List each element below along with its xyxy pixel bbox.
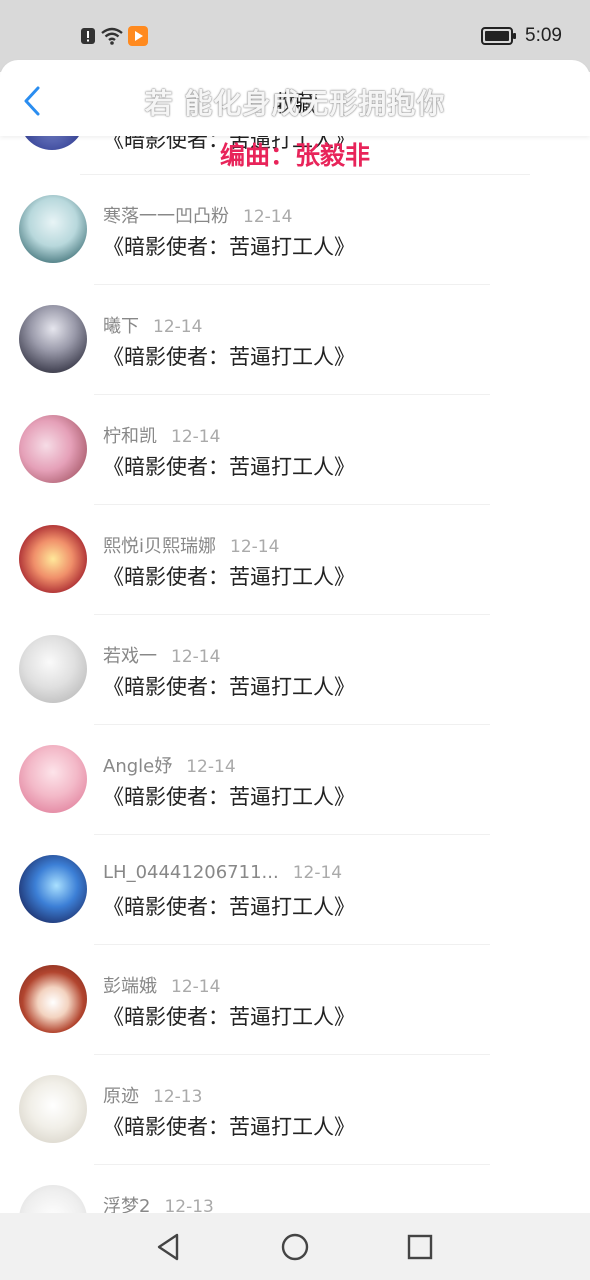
avatar[interactable] [19,635,87,703]
user-name[interactable]: 原迹 [103,1086,139,1107]
item-date: 12-14 [243,207,293,227]
item-date: 12-14 [171,647,221,667]
item-message: 《暗影使者：苦逼打工人》 [103,1005,355,1029]
avatar[interactable] [19,1075,87,1143]
user-name[interactable]: Angle妤 [103,756,172,777]
list-item[interactable]: 寒落一一凹凸粉 12-14 《暗影使者：苦逼打工人》 [0,175,590,285]
item-message: 《暗影使者：苦逼打工人》 [103,345,355,369]
list-item[interactable]: 柠和凯 12-14 《暗影使者：苦逼打工人》 [0,395,590,505]
list-item[interactable]: 原迹 12-13 《暗影使者：苦逼打工人》 [0,1055,590,1165]
media-app-icon [128,26,148,46]
user-name[interactable]: 柠和凯 [103,426,157,447]
favorites-list: 寒落一一凹凸粉 12-14 《暗影使者：苦逼打工人》 曦下 12-14 《暗影使者：… [0,175,590,1275]
avatar[interactable] [19,965,87,1033]
item-message: 《暗影使者：苦逼打工人》 [103,1115,355,1139]
user-name[interactable]: 若戏一 [103,646,157,667]
wifi-icon [101,27,123,45]
item-message: 《暗影使者：苦逼打工人》 [103,895,355,919]
system-navigation-bar [0,1213,590,1280]
user-name[interactable]: 寒落一一凹凸粉 [103,206,229,227]
item-message: 《暗影使者：苦逼打工人》 [103,785,355,809]
item-message: 《暗影使者：苦逼打工人》 [103,675,355,699]
item-date: 12-14 [186,757,236,777]
recents-square-icon[interactable] [402,1229,438,1265]
avatar[interactable] [19,195,87,263]
user-name[interactable]: LH_04441206711... [103,862,279,883]
avatar[interactable] [19,305,87,373]
item-message: 《暗影使者：苦逼打工人》 [103,235,355,259]
item-message: 《暗影使者：苦逼打工人》 [103,455,355,479]
list-item[interactable]: Angle妤 12-14 《暗影使者：苦逼打工人》 [0,725,590,835]
item-date: 12-14 [171,427,221,447]
list-item[interactable]: LH_04441206711... 12-14 《暗影使者：苦逼打工人》 [0,835,590,945]
status-icons-left [80,24,148,48]
top-app-bar: 收藏 若 能化身成无形拥抱你 [0,60,590,136]
list-item[interactable]: 曦下 12-14 《暗影使者：苦逼打工人》 [0,285,590,395]
item-date: 12-14 [153,317,203,337]
home-circle-icon[interactable] [277,1229,313,1265]
item-date: 12-13 [153,1087,203,1107]
clock: 5:09 [525,25,562,46]
list-item[interactable]: 熙悦i贝熙瑞娜 12-14 《暗影使者：苦逼打工人》 [0,505,590,615]
user-name[interactable]: 熙悦i贝熙瑞娜 [103,536,216,557]
avatar[interactable] [19,855,87,923]
list-item[interactable]: 彭端娥 12-14 《暗影使者：苦逼打工人》 [0,945,590,1055]
status-icons-right: 5:09 [481,24,562,48]
avatar[interactable] [19,415,87,483]
avatar[interactable] [19,525,87,593]
user-name[interactable]: 彭端娥 [103,976,157,997]
avatar[interactable] [19,745,87,813]
list-item[interactable]: 若戏一 12-14 《暗影使者：苦逼打工人》 [0,615,590,725]
user-name[interactable]: 曦下 [103,316,139,337]
back-triangle-icon[interactable] [151,1229,187,1265]
page-title: 收藏 [272,91,318,117]
alert-icon [81,28,95,44]
battery-icon [481,27,517,45]
item-message: 《暗影使者：苦逼打工人》 [103,565,355,589]
item-date: 12-14 [230,537,280,557]
item-date: 12-14 [171,977,221,997]
item-date: 12-14 [292,863,343,883]
